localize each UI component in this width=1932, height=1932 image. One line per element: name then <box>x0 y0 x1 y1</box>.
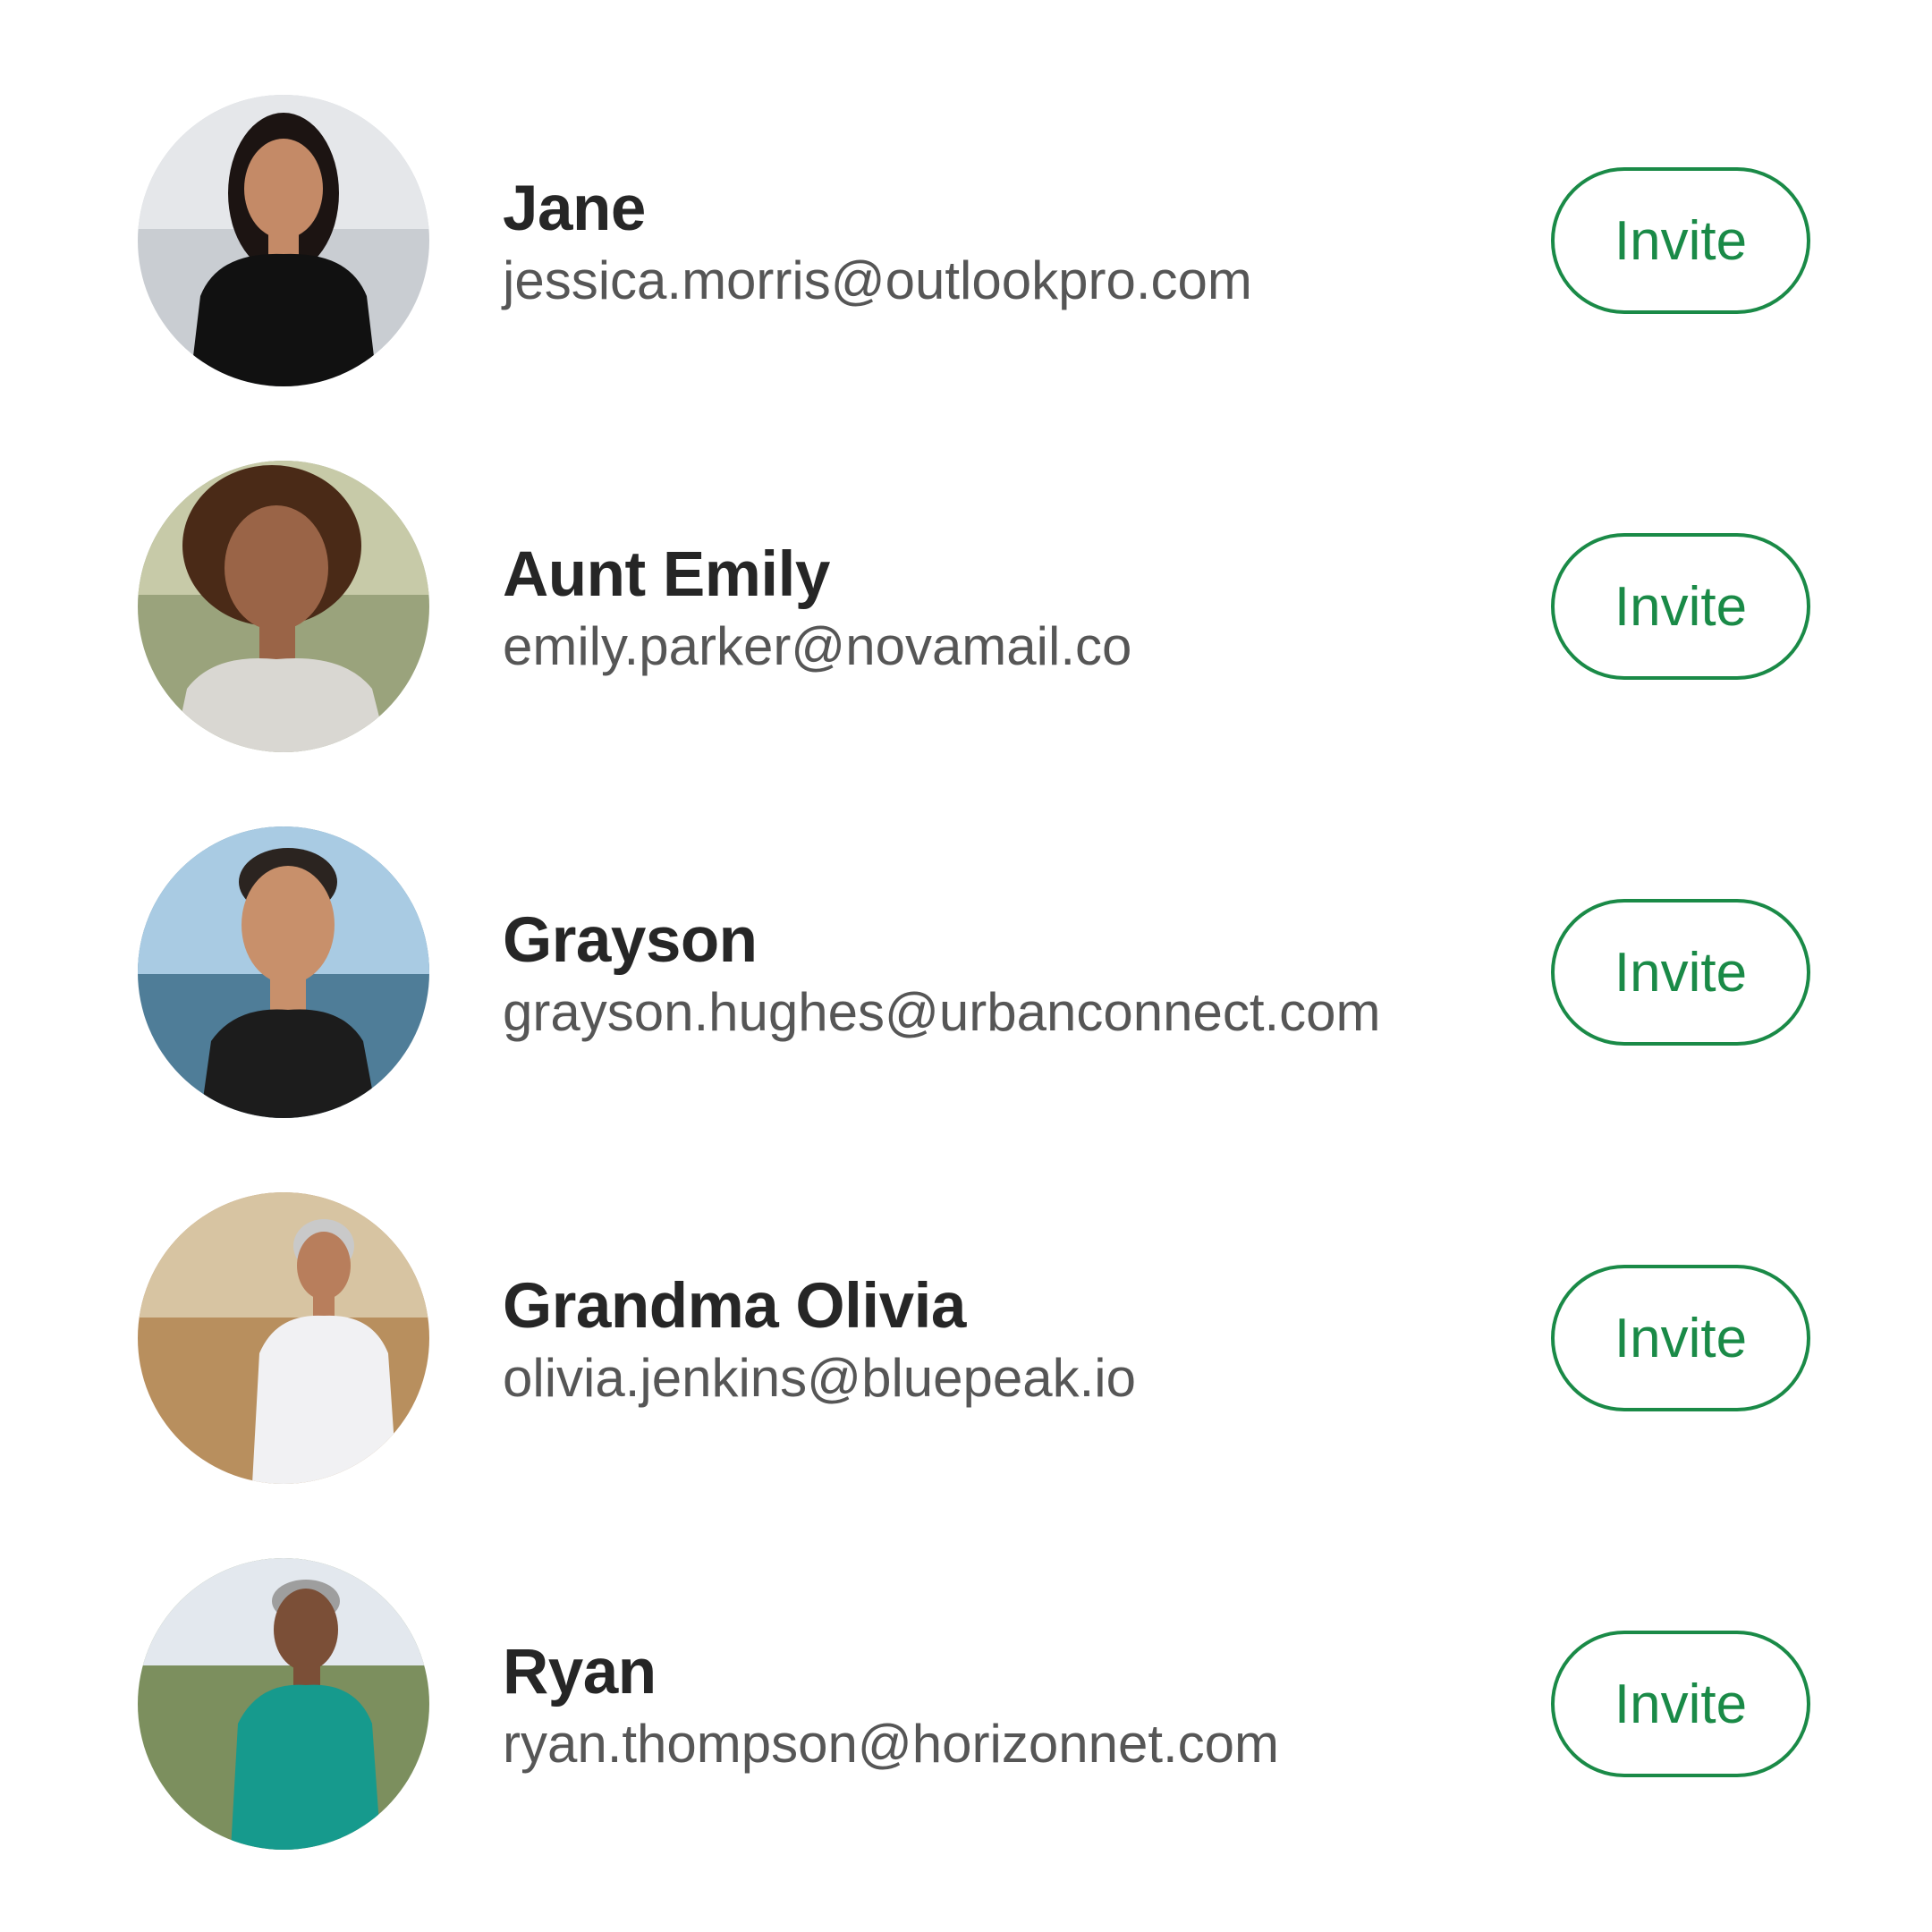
avatar-sky <box>138 1192 429 1318</box>
avatar <box>138 95 429 386</box>
avatar <box>138 1192 429 1484</box>
contact-info: Aunt Emily emily.parker@novamail.co <box>503 539 1522 681</box>
avatar-photo <box>138 1558 429 1850</box>
avatar <box>138 461 429 752</box>
contact-row: Grayson grayson.hughes@urbanconnect.com … <box>0 826 1932 1122</box>
avatar-face <box>242 866 335 984</box>
contact-info: Ryan ryan.thompson@horizonnet.com <box>503 1637 1522 1778</box>
contact-row: Grandma Olivia olivia.jenkins@bluepeak.i… <box>0 1192 1932 1487</box>
contact-list: Jane jessica.morris@outlookpro.com Invit… <box>0 0 1932 1932</box>
avatar-neck <box>259 622 295 661</box>
invite-button[interactable]: Invite <box>1551 1265 1810 1411</box>
avatar-face <box>297 1232 351 1300</box>
avatar-shirt <box>190 253 377 386</box>
contact-info: Grayson grayson.hughes@urbanconnect.com <box>503 905 1522 1046</box>
contact-name: Ryan <box>503 1637 657 1707</box>
invite-button[interactable]: Invite <box>1551 1631 1810 1777</box>
invite-button[interactable]: Invite <box>1551 899 1810 1046</box>
contact-email: emily.parker@novamail.co <box>503 616 1132 676</box>
avatar <box>138 1558 429 1850</box>
avatar-shirt <box>231 1684 381 1850</box>
contact-name: Grandma Olivia <box>503 1271 966 1342</box>
avatar <box>138 826 429 1118</box>
contact-name: Aunt Emily <box>503 539 830 610</box>
avatar-photo <box>138 461 429 752</box>
contact-email: ryan.thompson@horizonnet.com <box>503 1714 1280 1774</box>
contact-email: jessica.morris@outlookpro.com <box>503 250 1252 310</box>
avatar-face <box>244 139 323 239</box>
invite-button[interactable]: Invite <box>1551 167 1810 314</box>
contact-name: Grayson <box>503 905 758 976</box>
contact-email: olivia.jenkins@bluepeak.io <box>503 1348 1136 1408</box>
contact-name: Jane <box>503 174 646 244</box>
avatar-photo <box>138 1192 429 1484</box>
contact-info: Grandma Olivia olivia.jenkins@bluepeak.i… <box>503 1271 1522 1412</box>
invite-button[interactable]: Invite <box>1551 533 1810 680</box>
avatar-photo <box>138 95 429 386</box>
contact-row: Aunt Emily emily.parker@novamail.co Invi… <box>0 461 1932 756</box>
avatar-face <box>274 1589 338 1671</box>
avatar-neck <box>313 1295 335 1317</box>
contact-row: Jane jessica.morris@outlookpro.com Invit… <box>0 95 1932 390</box>
avatar-shirt <box>252 1315 397 1484</box>
contact-info: Jane jessica.morris@outlookpro.com <box>503 174 1522 315</box>
contact-email: grayson.hughes@urbanconnect.com <box>503 982 1381 1042</box>
avatar-face <box>225 505 328 631</box>
avatar-neck <box>270 974 306 1010</box>
contact-row: Ryan ryan.thompson@horizonnet.com Invite <box>0 1558 1932 1853</box>
avatar-photo <box>138 826 429 1118</box>
